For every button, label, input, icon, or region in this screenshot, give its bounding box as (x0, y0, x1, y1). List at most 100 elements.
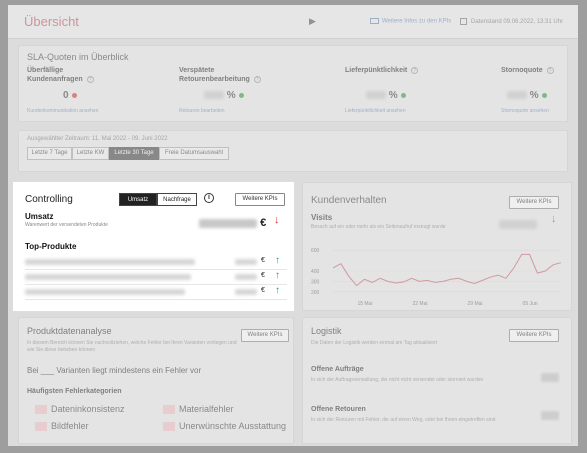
x-tick-label: 15 Mai (357, 301, 372, 307)
more-kpis-button[interactable]: Weitere KPIs (241, 329, 289, 342)
top-bar: Übersicht ▶ Weitere Infos zu den KPIs Da… (8, 5, 578, 39)
more-kpis-button[interactable]: Weitere KPIs (509, 329, 559, 342)
selected-range-label: Ausgewählter Zeitraum: 11. Mai 2022 - 09… (27, 136, 168, 142)
kpi-overdue-number: 0 (63, 90, 69, 101)
kpi-delivery-value: % (366, 90, 406, 101)
currency-symbol: € (261, 287, 265, 294)
x-tick-label: 05 Jun (523, 301, 538, 307)
kpi-overdue-link[interactable]: Kundenkommunikation ansehen (27, 108, 98, 114)
info-icon[interactable]: i (204, 193, 214, 203)
kpi-delivery-unit: % (388, 90, 398, 101)
error-category: Materialfehler (163, 404, 234, 415)
y-tick-label: 200 (311, 290, 320, 296)
top-products-title: Top-Produkte (25, 242, 77, 251)
open-returns-title: Offene Retouren (311, 406, 366, 413)
category-swatch (35, 405, 47, 415)
date-range-card: Ausgewählter Zeitraum: 11. Mai 2022 - 09… (18, 130, 568, 172)
visits-description: Besuch auf ein oder mehr als ein Seitena… (311, 224, 446, 230)
range-option-last-week[interactable]: Letzte KW (72, 147, 109, 160)
visits-value (499, 216, 537, 234)
kpi-cancel-label: Stornoquote ? (501, 66, 554, 75)
kpi-returns-link[interactable]: Retouren bearbeiten (179, 108, 225, 114)
kpi-overdue-value: 0 (63, 90, 77, 101)
range-option-30-days[interactable]: Letzte 30 Tage (109, 147, 159, 160)
category-label: Unerwünschte Ausstattung (179, 421, 287, 431)
range-option-7-days[interactable]: Letzte 7 Tage (27, 147, 72, 160)
toggle-nachfrage[interactable]: Nachfrage (157, 193, 197, 206)
blurred-product-value (235, 259, 257, 265)
category-label: Bildfehler (51, 421, 89, 431)
open-returns-value (541, 411, 559, 420)
blurred-value (499, 220, 537, 230)
trend-down-icon: ↓ (551, 213, 557, 225)
logistics-title: Logistik (311, 326, 342, 336)
category-label: Materialfehler (179, 404, 234, 414)
kpi-returns-line1: Verspätete (179, 67, 215, 74)
umsatz-value: € (199, 217, 266, 229)
y-tick-label: 400 (311, 269, 320, 275)
category-swatch (35, 422, 47, 432)
play-icon[interactable]: ▶ (309, 16, 316, 27)
category-label: Dateninkonsistenz (51, 404, 125, 414)
page-title: Übersicht (24, 14, 79, 29)
help-icon[interactable]: ? (86, 75, 94, 83)
kpi-info-link-label: Weitere Infos zu den KPIs (382, 18, 452, 25)
page-frame: Übersicht ▶ Weitere Infos zu den KPIs Da… (8, 5, 578, 446)
error-category: Unerwünschte Ausstattung (163, 421, 287, 432)
status-dot-green-icon (238, 92, 244, 98)
trend-up-icon: ↑ (275, 285, 280, 296)
y-tick-label: 600 (311, 248, 320, 254)
product-row[interactable]: € ↑ (25, 255, 287, 270)
product-row[interactable]: € ↑ (25, 285, 287, 300)
help-icon[interactable]: ? (411, 66, 419, 74)
blurred-product-name (25, 259, 195, 265)
blurred-value (204, 91, 224, 100)
blurred-product-name (25, 274, 191, 280)
controlling-card: Controlling Umsatz Nachfrage i Weitere K… (13, 182, 294, 311)
data-timestamp-label: Datenstand 09.06.2022, 13:31 Uhr (471, 19, 564, 26)
product-row[interactable]: € ↑ (25, 270, 287, 285)
currency-symbol: € (261, 272, 265, 279)
kpi-delivery-link[interactable]: Lieferpünktlichkeit ansehen (345, 108, 406, 114)
open-orders-value (541, 373, 559, 382)
toggle-umsatz[interactable]: Umsatz (119, 193, 157, 206)
kpi-info-link[interactable]: Weitere Infos zu den KPIs (370, 18, 451, 25)
more-kpis-button[interactable]: Weitere KPIs (235, 193, 285, 206)
error-categories-title: Häufigsten Fehlerkategorien (27, 388, 122, 395)
kpi-returns-label: Verspätete Retourenbearbeitung ? (179, 66, 261, 84)
kpi-returns-value: % (204, 90, 244, 101)
umsatz-label: Umsatz (25, 212, 54, 221)
kpi-cancel-line1: Stornoquote (501, 67, 543, 74)
blurred-product-value (235, 274, 257, 280)
kpi-cancel-link[interactable]: Stornoquote ansehen (501, 108, 549, 114)
kpi-overdue-line1: Überfällige (27, 67, 64, 74)
customer-behavior-title: Kundenverhalten (311, 195, 387, 206)
customer-behavior-card: Kundenverhalten Weitere KPIs Visits Besu… (302, 182, 572, 311)
variants-error-text: Bei ___ Varianten liegt mindestens ein F… (27, 366, 202, 375)
currency-symbol: € (261, 257, 265, 264)
calendar-icon (460, 18, 467, 25)
visits-label: Visits (311, 213, 333, 222)
visits-series-line (332, 253, 562, 287)
kpi-overdue-line2: Kundenanfragen (27, 76, 83, 83)
trend-up-icon: ↑ (275, 255, 280, 266)
status-dot-green-icon (541, 92, 547, 98)
status-dot-red-icon (71, 92, 77, 98)
open-orders-title: Offene Aufträge (311, 366, 364, 373)
sla-title: SLA-Quoten im Überblick (27, 52, 129, 62)
more-kpis-button[interactable]: Weitere KPIs (509, 196, 559, 209)
blurred-value (366, 91, 386, 100)
kpi-delivery-label: Lieferpünktlichkeit ? (345, 66, 419, 75)
help-icon[interactable]: ? (253, 75, 261, 83)
help-icon[interactable]: ? (546, 66, 554, 74)
visits-line-chart: 600 400 300 200 15 Mai 22 Mai 29 Mai 05 Jun (311, 248, 562, 307)
x-tick-label: 29 Mai (468, 301, 483, 307)
kpi-delivery-line1: Lieferpünktlichkeit (345, 67, 408, 74)
logistics-description: Die Daten der Logistik werden einmal am … (311, 340, 438, 346)
kpi-overdue-label: Überfällige Kundenanfragen ? (27, 66, 94, 84)
kpi-returns-line2: Retourenbearbeitung (179, 76, 250, 83)
umsatz-description: Warenwert der versendeten Produkte (25, 222, 108, 228)
range-option-custom[interactable]: Freie Datumsauswahl (159, 147, 229, 160)
x-tick-label: 22 Mai (412, 301, 427, 307)
kpi-cancel-unit: % (529, 90, 539, 101)
